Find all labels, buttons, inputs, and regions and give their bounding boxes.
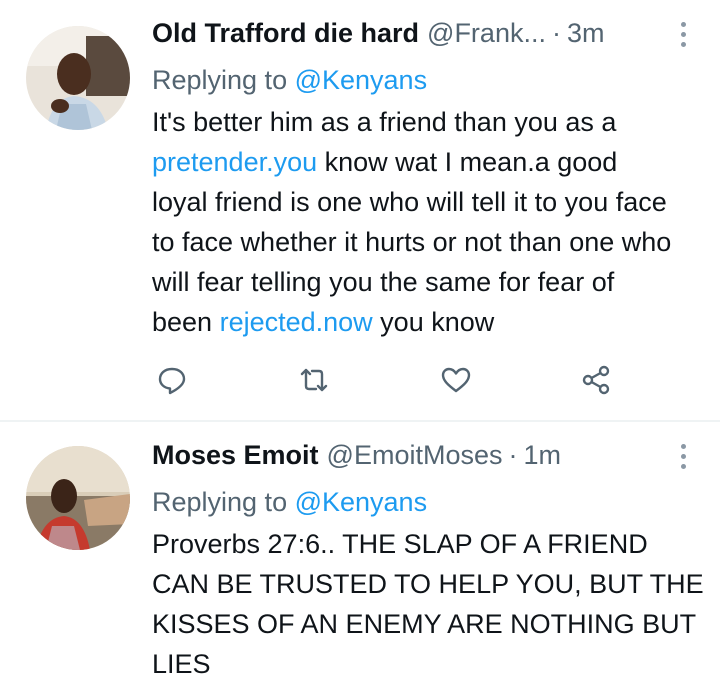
tweet-header: Old Trafford die hard @Frank... · 3m bbox=[152, 18, 680, 58]
timestamp[interactable]: 1m bbox=[524, 440, 562, 471]
separator-dot: · bbox=[508, 440, 518, 470]
replying-to: Replying to @Kenyans bbox=[152, 482, 680, 522]
replying-to-mention[interactable]: @Kenyans bbox=[295, 487, 427, 517]
share-icon[interactable] bbox=[576, 360, 616, 400]
tweet-link[interactable]: pretender.you bbox=[152, 147, 317, 177]
tweet-text-part: you know bbox=[372, 307, 495, 337]
tweet-content: Old Trafford die hard @Frank... · 3m Rep… bbox=[152, 18, 686, 342]
avatar[interactable] bbox=[26, 446, 130, 550]
tweet-text: Proverbs 27:6.. THE SLAP OF A FRIEND CAN… bbox=[152, 529, 704, 679]
replying-to: Replying to @Kenyans bbox=[152, 60, 680, 100]
tweet-actions bbox=[152, 360, 622, 400]
more-options-icon[interactable] bbox=[678, 22, 688, 47]
replying-prefix: Replying to bbox=[152, 487, 295, 517]
tweet-header: Moses Emoit @EmoitMoses · 1m bbox=[152, 440, 680, 480]
author-name[interactable]: Old Trafford die hard bbox=[152, 18, 419, 49]
retweet-icon[interactable] bbox=[294, 360, 334, 400]
replying-to-mention[interactable]: @Kenyans bbox=[295, 65, 427, 95]
tweet-1[interactable]: Old Trafford die hard @Frank... · 3m Rep… bbox=[0, 0, 720, 420]
tweet-2[interactable]: Moses Emoit @EmoitMoses · 1m Replying to… bbox=[0, 422, 720, 690]
tweet-content: Moses Emoit @EmoitMoses · 1m Replying to… bbox=[152, 440, 704, 684]
reply-icon[interactable] bbox=[152, 360, 192, 400]
author-name[interactable]: Moses Emoit bbox=[152, 440, 319, 471]
author-handle[interactable]: @Frank... bbox=[427, 18, 546, 49]
separator-dot: · bbox=[551, 18, 561, 48]
author-handle[interactable]: @EmoitMoses bbox=[327, 440, 503, 471]
like-icon[interactable] bbox=[436, 360, 476, 400]
tweet-text: It's better him as a friend than you as … bbox=[152, 102, 680, 342]
avatar-photo bbox=[26, 446, 130, 550]
avatar[interactable] bbox=[26, 26, 130, 130]
more-options-icon[interactable] bbox=[678, 444, 688, 469]
tweet-link[interactable]: rejected.now bbox=[220, 307, 373, 337]
tweet-text-part: It's better him as a friend than you as … bbox=[152, 107, 617, 137]
timestamp[interactable]: 3m bbox=[567, 18, 605, 49]
replying-prefix: Replying to bbox=[152, 65, 295, 95]
avatar-photo bbox=[26, 26, 130, 130]
